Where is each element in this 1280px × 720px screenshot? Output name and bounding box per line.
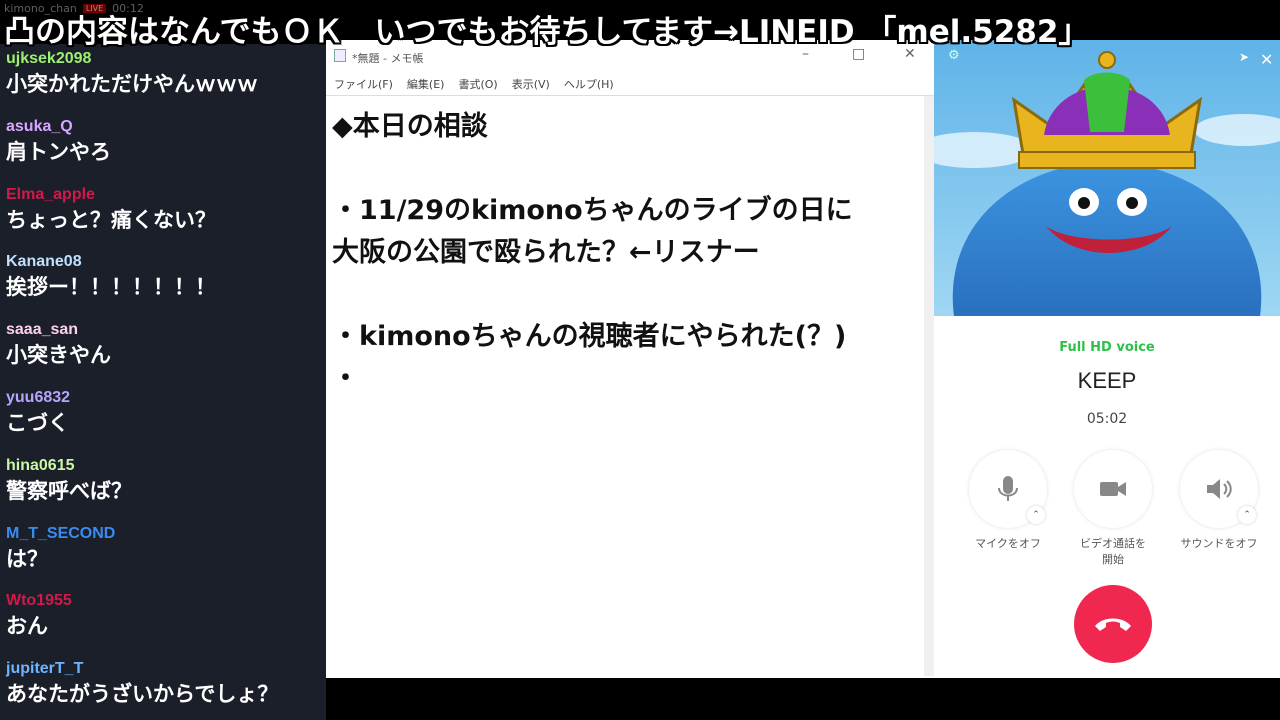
close-icon[interactable]: ✕ [1260,50,1273,69]
menu-view[interactable]: 表示(V) [512,76,550,92]
pin-icon[interactable]: ➤ [1239,50,1249,64]
contact-avatar [934,40,1280,316]
speaker-icon [1207,479,1232,499]
chat-username: Wto1955 [6,592,72,610]
start-video-label: ビデオ通話を 開始 [1080,537,1146,566]
chat-panel: ujksek2098 小突かれただけやんｗｗｗ asuka_Q 肩トンやろ Elma… [0,44,326,720]
notepad-scrollbar[interactable] [924,96,934,676]
chat-message: ujksek2098 小突かれただけやんｗｗｗ [0,44,326,112]
notepad-line: ◆本日の相談 [332,111,488,142]
chevron-up-icon[interactable]: ⌃ [1027,506,1045,524]
chat-text: 警察呼べば？ [6,478,132,503]
chat-text: 小突きやん [6,343,111,368]
mute-sound-button[interactable]: ⌃ [1180,450,1258,528]
menu-help[interactable]: ヘルプ(H) [564,76,614,92]
hang-up-button[interactable] [1074,585,1152,663]
chat-username: asuka_Q [6,117,73,135]
notepad-title: *無題 - メモ帳 [352,52,424,65]
chat-message: M_T_SECOND は？ [0,519,326,587]
chat-text: は？ [6,546,48,571]
chat-username: jupiterT_T [6,660,84,678]
call-duration: 05:02 [1086,411,1128,427]
phone-hangup-icon [1095,618,1131,631]
menu-format[interactable]: 書式(O) [458,76,497,92]
chat-username: M_T_SECOND [6,524,116,542]
chat-text: こづく [6,410,69,435]
menu-file[interactable]: ファイル(F) [334,76,393,92]
banner-text: 凸の内容はなんでもＯＫ いつでもお待ちしてます→LINEID 「mel.5282… [4,14,1090,50]
chat-text: 挨拶ー！！！！！！！ [6,275,216,300]
chat-message: Kanane08 挨拶ー！！！！！！！ [0,247,326,315]
chat-message: jupiterT_T あなたがうざいからでしょ？ [0,654,326,720]
chat-username: hina0615 [6,456,75,474]
mute-sound-label: サウンドをオフ [1180,537,1258,550]
chevron-up-icon[interactable]: ⌃ [1238,506,1256,524]
chat-username: Kanane08 [6,253,82,271]
chat-message: Elma_apple ちょっと？痛くない？ [0,180,326,248]
chat-text: おん [6,614,48,639]
chat-message: hina0615 警察呼べば？ [0,451,326,519]
notepad-line: 大阪の公園で殴られた？←リスナー [332,237,760,268]
chat-text: 肩トンやろ [6,139,111,164]
chat-message: saaa_san 小突きやん [0,315,326,383]
chat-username: Elma_apple [6,185,95,203]
notepad-text-area[interactable]: ◆本日の相談 ・11/29のkimonoちゃんのライブの日に 大阪の公園で殴られ… [326,96,934,410]
chat-message: Wto1955 おん [0,586,326,654]
hd-voice-label: Full HD voice [1059,340,1155,355]
chat-text: 小突かれただけやんｗｗｗ [6,72,258,96]
notepad-menubar: ファイル(F) 編集(E) 書式(O) 表示(V) ヘルプ(H) [326,72,934,96]
chat-text: ちょっと？痛くない？ [6,207,216,232]
bottom-black-bar [326,678,1280,720]
microphone-icon [998,476,1018,501]
notepad-line [332,274,928,316]
contact-name: KEEP [1077,368,1137,393]
chat-text: あなたがうざいからでしょ？ [6,682,279,707]
mute-mic-label: マイクをオフ [975,537,1041,550]
notepad-line: ・11/29のkimonoちゃんのライブの日に [332,195,853,226]
video-camera-icon [1100,482,1126,496]
menu-edit[interactable]: 編集(E) [407,76,445,92]
voice-call-panel: ⚙ ➤ ✕ Full HD voice KEEP 05:02 ⌃ ⌃ マイクをオ… [934,40,1280,678]
notepad-line: ・ [332,363,359,394]
notepad-line [332,148,928,190]
mute-mic-button[interactable]: ⌃ [969,450,1047,528]
start-video-button[interactable] [1074,450,1152,528]
notepad-line: ・kimonoちゃんの視聴者にやられた(？) [332,321,847,352]
chat-message: yuu6832 こづく [0,383,326,451]
top-banner: 凸の内容はなんでもＯＫ いつでもお待ちしてます→LINEID 「mel.5282… [0,0,1280,50]
notepad-window: *無題 - メモ帳 – □ ✕ ファイル(F) 編集(E) 書式(O) 表示(V… [326,40,934,678]
chat-username: saaa_san [6,321,79,339]
chat-username: yuu6832 [6,388,71,406]
chat-message: asuka_Q 肩トンやろ [0,112,326,180]
